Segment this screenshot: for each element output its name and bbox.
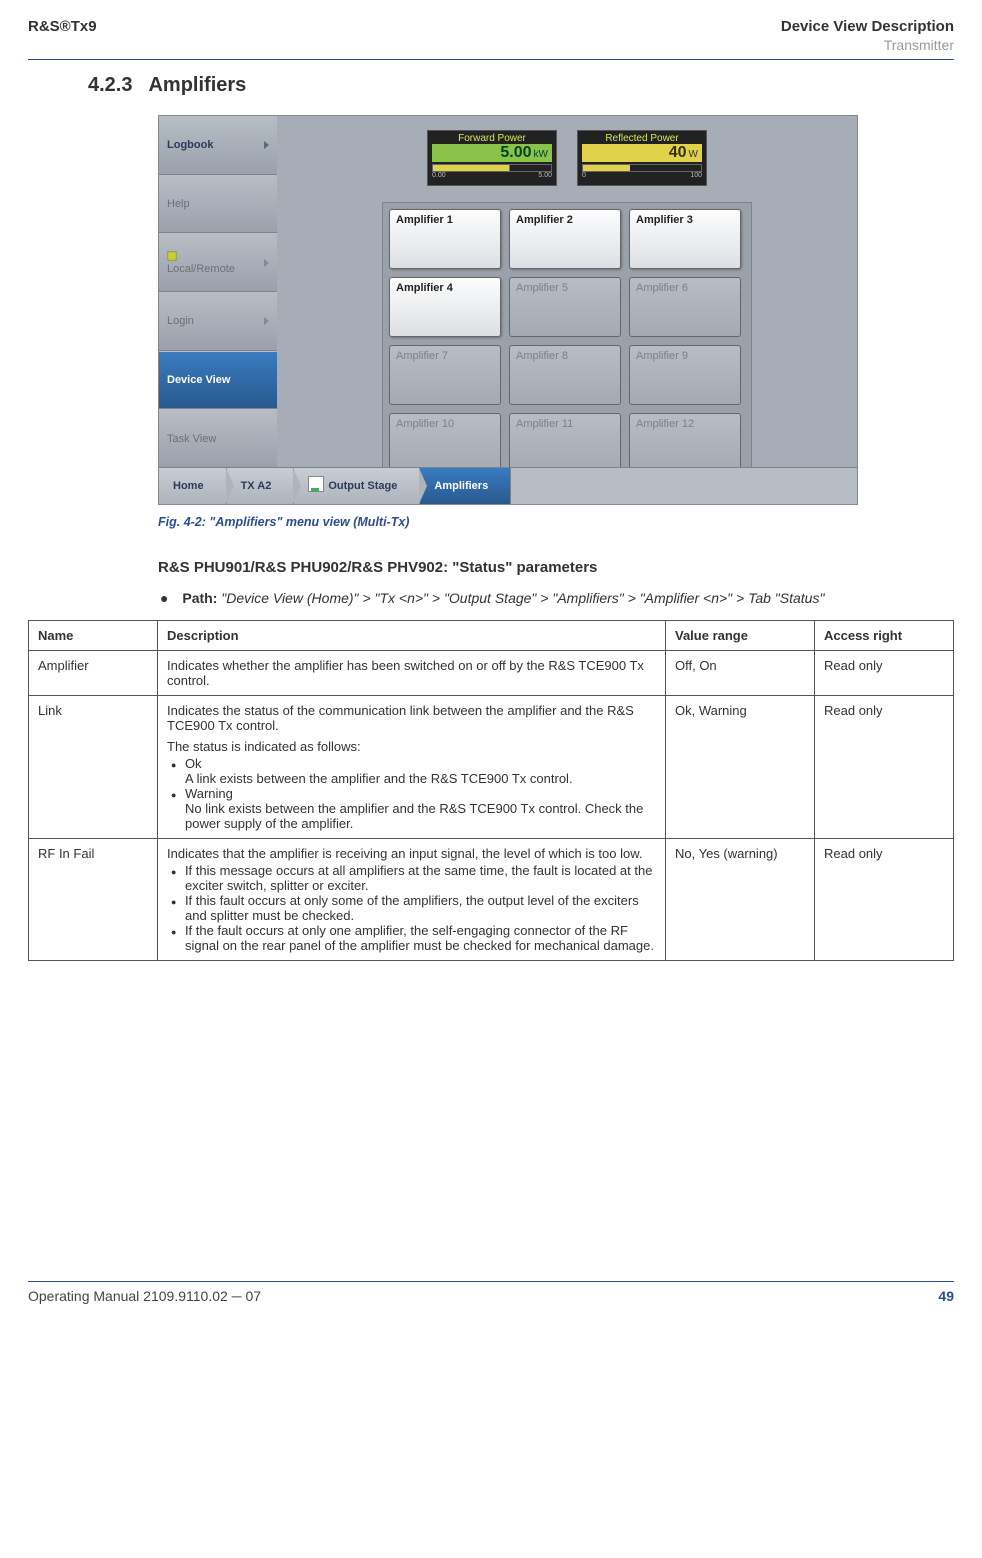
sidebar-item-local-remote[interactable]: Local/Remote [159, 233, 277, 292]
sidebar-item-logbook[interactable]: Logbook [159, 116, 277, 175]
amplifier-button-9[interactable]: Amplifier 9 [629, 345, 741, 405]
sidebar-item-login[interactable]: Login [159, 292, 277, 351]
amplifier-button-4[interactable]: Amplifier 4 [389, 277, 501, 337]
desc-warn-title: Warning [185, 786, 233, 801]
amplifier-button-11[interactable]: Amplifier 11 [509, 413, 621, 473]
cell-access: Read only [815, 839, 954, 961]
sidebar-item-task-view[interactable]: Task View [159, 409, 277, 468]
desc-intro: Indicates that the amplifier is receivin… [167, 846, 642, 861]
parameters-table: Name Description Value range Access righ… [28, 620, 954, 961]
amplifier-button-10[interactable]: Amplifier 10 [389, 413, 501, 473]
main-panel: Forward Power 5.00kW 0.00 5.00 Reflected… [277, 116, 857, 468]
desc-ok-text: A link exists between the amplifier and … [185, 771, 656, 786]
amplifier-button-5[interactable]: Amplifier 5 [509, 277, 621, 337]
meter-reflected-power: Reflected Power 40W 0 100 [577, 130, 707, 186]
col-description: Description [158, 621, 666, 651]
section-number: 4.2.3 [88, 74, 132, 97]
sidebar-item-label: Logbook [167, 139, 213, 151]
desc-bullet: If this message occurs at all amplifiers… [185, 863, 653, 893]
col-name: Name [29, 621, 158, 651]
cell-range: Off, On [666, 651, 815, 696]
desc-bullet: If this fault occurs at only some of the… [185, 893, 639, 923]
desc-bullet: If the fault occurs at only one amplifie… [185, 923, 654, 953]
col-value-range: Value range [666, 621, 815, 651]
desc-warn-text: No link exists between the amplifier and… [185, 801, 656, 831]
table-row: Link Indicates the status of the communi… [29, 696, 954, 839]
path-label: Path: [182, 590, 217, 606]
section-title: Amplifiers [148, 74, 246, 97]
table-row: RF In Fail Indicates that the amplifier … [29, 839, 954, 961]
sidebar: Logbook Help Local/Remote Login [159, 116, 277, 468]
bullet-icon: ● [160, 590, 168, 606]
crumb-label: Output Stage [328, 480, 397, 492]
sidebar-item-label: Task View [167, 433, 216, 445]
meter-value: 40 [669, 144, 687, 161]
parameters-heading: R&S PHU901/R&S PHU902/R&S PHV902: "Statu… [158, 559, 954, 576]
cell-desc: Indicates whether the amplifier has been… [158, 651, 666, 696]
path-value: "Device View (Home)" > "Tx <n>" > "Outpu… [221, 590, 824, 606]
chevron-right-icon [264, 317, 269, 325]
meter-forward-power: Forward Power 5.00kW 0.00 5.00 [427, 130, 557, 186]
doc-subchapter: Transmitter [28, 37, 954, 53]
cell-access: Read only [815, 651, 954, 696]
meter-title: Forward Power [432, 133, 552, 144]
amplifier-button-3[interactable]: Amplifier 3 [629, 209, 741, 269]
cell-range: Ok, Warning [666, 696, 815, 839]
meter-max: 100 [690, 172, 702, 179]
chevron-right-icon [264, 141, 269, 149]
cell-name: Amplifier [29, 651, 158, 696]
sidebar-item-label: Device View [167, 374, 230, 386]
meter-max: 5.00 [538, 172, 552, 179]
desc-subhead: The status is indicated as follows: [167, 739, 656, 754]
amplifier-button-8[interactable]: Amplifier 8 [509, 345, 621, 405]
cell-name: Link [29, 696, 158, 839]
meter-unit: W [689, 149, 698, 160]
meter-unit: kW [534, 149, 548, 160]
meter-value: 5.00 [500, 144, 531, 161]
cell-name: RF In Fail [29, 839, 158, 961]
crumb-output-stage[interactable]: Output Stage [294, 468, 420, 504]
sidebar-item-label: Local/Remote [167, 263, 235, 275]
footer-manual-id: Operating Manual 2109.9110.02 ─ 07 [28, 1288, 261, 1304]
sidebar-item-device-view[interactable]: Device View [159, 351, 277, 410]
screenshot-figure: Logbook Help Local/Remote Login [158, 115, 858, 505]
meter-min: 0 [582, 172, 586, 179]
crumb-home[interactable]: Home [159, 468, 227, 504]
amplifier-button-12[interactable]: Amplifier 12 [629, 413, 741, 473]
meter-title: Reflected Power [582, 133, 702, 144]
amplifier-button-2[interactable]: Amplifier 2 [509, 209, 621, 269]
breadcrumb: Home TX A2 Output Stage Amplifiers [159, 467, 857, 504]
meter-bar [432, 164, 552, 172]
crumb-amplifiers[interactable]: Amplifiers [420, 468, 511, 504]
amplifier-button-1[interactable]: Amplifier 1 [389, 209, 501, 269]
cell-desc: Indicates the status of the communicatio… [158, 696, 666, 839]
amplifier-grid: Amplifier 1 Amplifier 2 Amplifier 3 Ampl… [382, 202, 752, 480]
desc-ok-title: Ok [185, 756, 202, 771]
status-dot-icon [167, 251, 177, 261]
sidebar-item-label: Help [167, 198, 190, 210]
chevron-right-icon [264, 259, 269, 267]
path-paragraph: ● Path: "Device View (Home)" > "Tx <n>" … [178, 590, 914, 606]
document-icon [308, 476, 324, 492]
doc-chapter: Device View Description [781, 18, 954, 35]
table-row: Amplifier Indicates whether the amplifie… [29, 651, 954, 696]
meter-min: 0.00 [432, 172, 446, 179]
cell-desc: Indicates that the amplifier is receivin… [158, 839, 666, 961]
cell-range: No, Yes (warning) [666, 839, 815, 961]
doc-id: R&S®Tx9 [28, 18, 97, 35]
sidebar-item-label: Login [167, 315, 194, 327]
amplifier-button-7[interactable]: Amplifier 7 [389, 345, 501, 405]
meter-bar [582, 164, 702, 172]
amplifier-button-6[interactable]: Amplifier 6 [629, 277, 741, 337]
header-rule [28, 59, 954, 60]
sidebar-item-help[interactable]: Help [159, 175, 277, 234]
cell-access: Read only [815, 696, 954, 839]
crumb-txa2[interactable]: TX A2 [227, 468, 295, 504]
col-access-right: Access right [815, 621, 954, 651]
page-number: 49 [938, 1288, 954, 1304]
desc-intro: Indicates the status of the communicatio… [167, 703, 634, 733]
figure-caption: Fig. 4-2: "Amplifiers" menu view (Multi‑… [158, 515, 858, 529]
